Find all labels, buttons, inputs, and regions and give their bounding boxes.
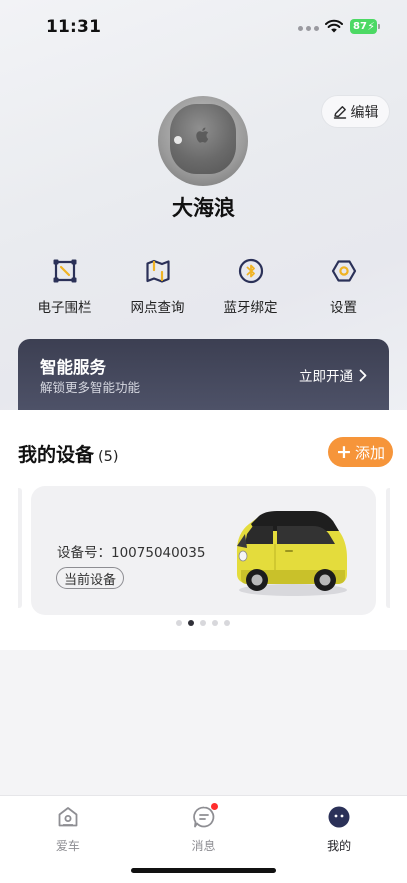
tab-me[interactable]: 我的 bbox=[271, 796, 407, 883]
bluetooth-icon bbox=[236, 256, 266, 286]
tab-label: 爱车 bbox=[55, 839, 80, 853]
tab-my-car[interactable]: 爱车 bbox=[0, 796, 136, 883]
device-number: 设备号：10075040035 bbox=[57, 545, 206, 561]
action-settings[interactable]: 设置 bbox=[297, 256, 390, 320]
action-label: 电子围栏 bbox=[37, 300, 92, 316]
message-icon bbox=[192, 803, 218, 829]
plus-icon: + bbox=[336, 440, 352, 463]
action-outlet-search[interactable]: 网点查询 bbox=[111, 256, 204, 320]
battery-level: 87 bbox=[353, 21, 367, 32]
my-devices-section: 我的设备 (5) + 添加 设备号：10075040035 当前设备 bbox=[0, 410, 407, 650]
username: 大海浪 bbox=[172, 196, 235, 220]
action-label: 设置 bbox=[330, 300, 357, 316]
service-title: 智能服务 bbox=[40, 358, 106, 377]
battery-cap bbox=[378, 24, 380, 29]
devices-count: (5) bbox=[98, 449, 119, 465]
action-bluetooth-bind[interactable]: 蓝牙绑定 bbox=[204, 256, 297, 320]
previous-card-edge[interactable] bbox=[18, 488, 22, 608]
next-card-edge[interactable] bbox=[386, 488, 390, 608]
car-image bbox=[236, 511, 347, 596]
signal-dots-icon bbox=[298, 26, 319, 31]
carousel-pager bbox=[176, 620, 230, 626]
action-label: 蓝牙绑定 bbox=[223, 300, 278, 316]
unread-badge bbox=[210, 803, 218, 810]
avatar[interactable] bbox=[158, 96, 248, 186]
battery-icon: 87 ⚡ bbox=[350, 19, 377, 34]
map-icon bbox=[143, 256, 173, 286]
activate-now-link[interactable]: 立即开通 bbox=[299, 365, 367, 385]
pager-dot[interactable] bbox=[200, 620, 206, 626]
pencil-icon bbox=[333, 105, 346, 119]
device-card[interactable]: 设备号：10075040035 当前设备 bbox=[31, 486, 376, 615]
current-device-badge: 当前设备 bbox=[56, 567, 125, 589]
fence-icon bbox=[50, 256, 80, 286]
home-indicator bbox=[131, 868, 276, 873]
add-device-button[interactable]: + 添加 bbox=[328, 437, 393, 467]
edit-label: 编辑 bbox=[350, 104, 379, 121]
smart-service-banner[interactable]: 智能服务 解锁更多智能功能 立即开通 bbox=[18, 339, 389, 411]
chevron-right-icon bbox=[359, 369, 367, 381]
devices-title-text: 我的设备 bbox=[18, 444, 95, 466]
devices-title: 我的设备 (5) bbox=[18, 440, 119, 467]
wifi-icon bbox=[325, 19, 343, 33]
action-label: 网点查询 bbox=[130, 300, 185, 316]
pager-dot[interactable] bbox=[212, 620, 218, 626]
pager-dot-active[interactable] bbox=[188, 620, 194, 626]
edit-profile-button[interactable]: 编辑 bbox=[322, 96, 389, 127]
settings-icon bbox=[329, 256, 359, 286]
tab-label: 消息 bbox=[191, 839, 216, 853]
tab-label: 我的 bbox=[327, 839, 352, 853]
status-bar: 11:31 87 ⚡ bbox=[0, 0, 407, 54]
action-geofence[interactable]: 电子围栏 bbox=[18, 256, 111, 320]
activate-now-label: 立即开通 bbox=[299, 369, 353, 385]
quick-actions: 电子围栏 网点查询 蓝牙绑定 设置 bbox=[18, 256, 390, 320]
profile-face-icon bbox=[327, 805, 351, 829]
add-label: 添加 bbox=[354, 443, 385, 462]
pager-dot[interactable] bbox=[224, 620, 230, 626]
car-home-icon bbox=[56, 805, 80, 829]
pager-dot[interactable] bbox=[176, 620, 182, 626]
service-subtitle: 解锁更多智能功能 bbox=[40, 380, 141, 395]
status-time: 11:31 bbox=[46, 17, 102, 37]
charging-icon: ⚡ bbox=[367, 20, 375, 33]
apple-logo-icon bbox=[196, 127, 209, 143]
avatar-glint bbox=[174, 136, 182, 144]
